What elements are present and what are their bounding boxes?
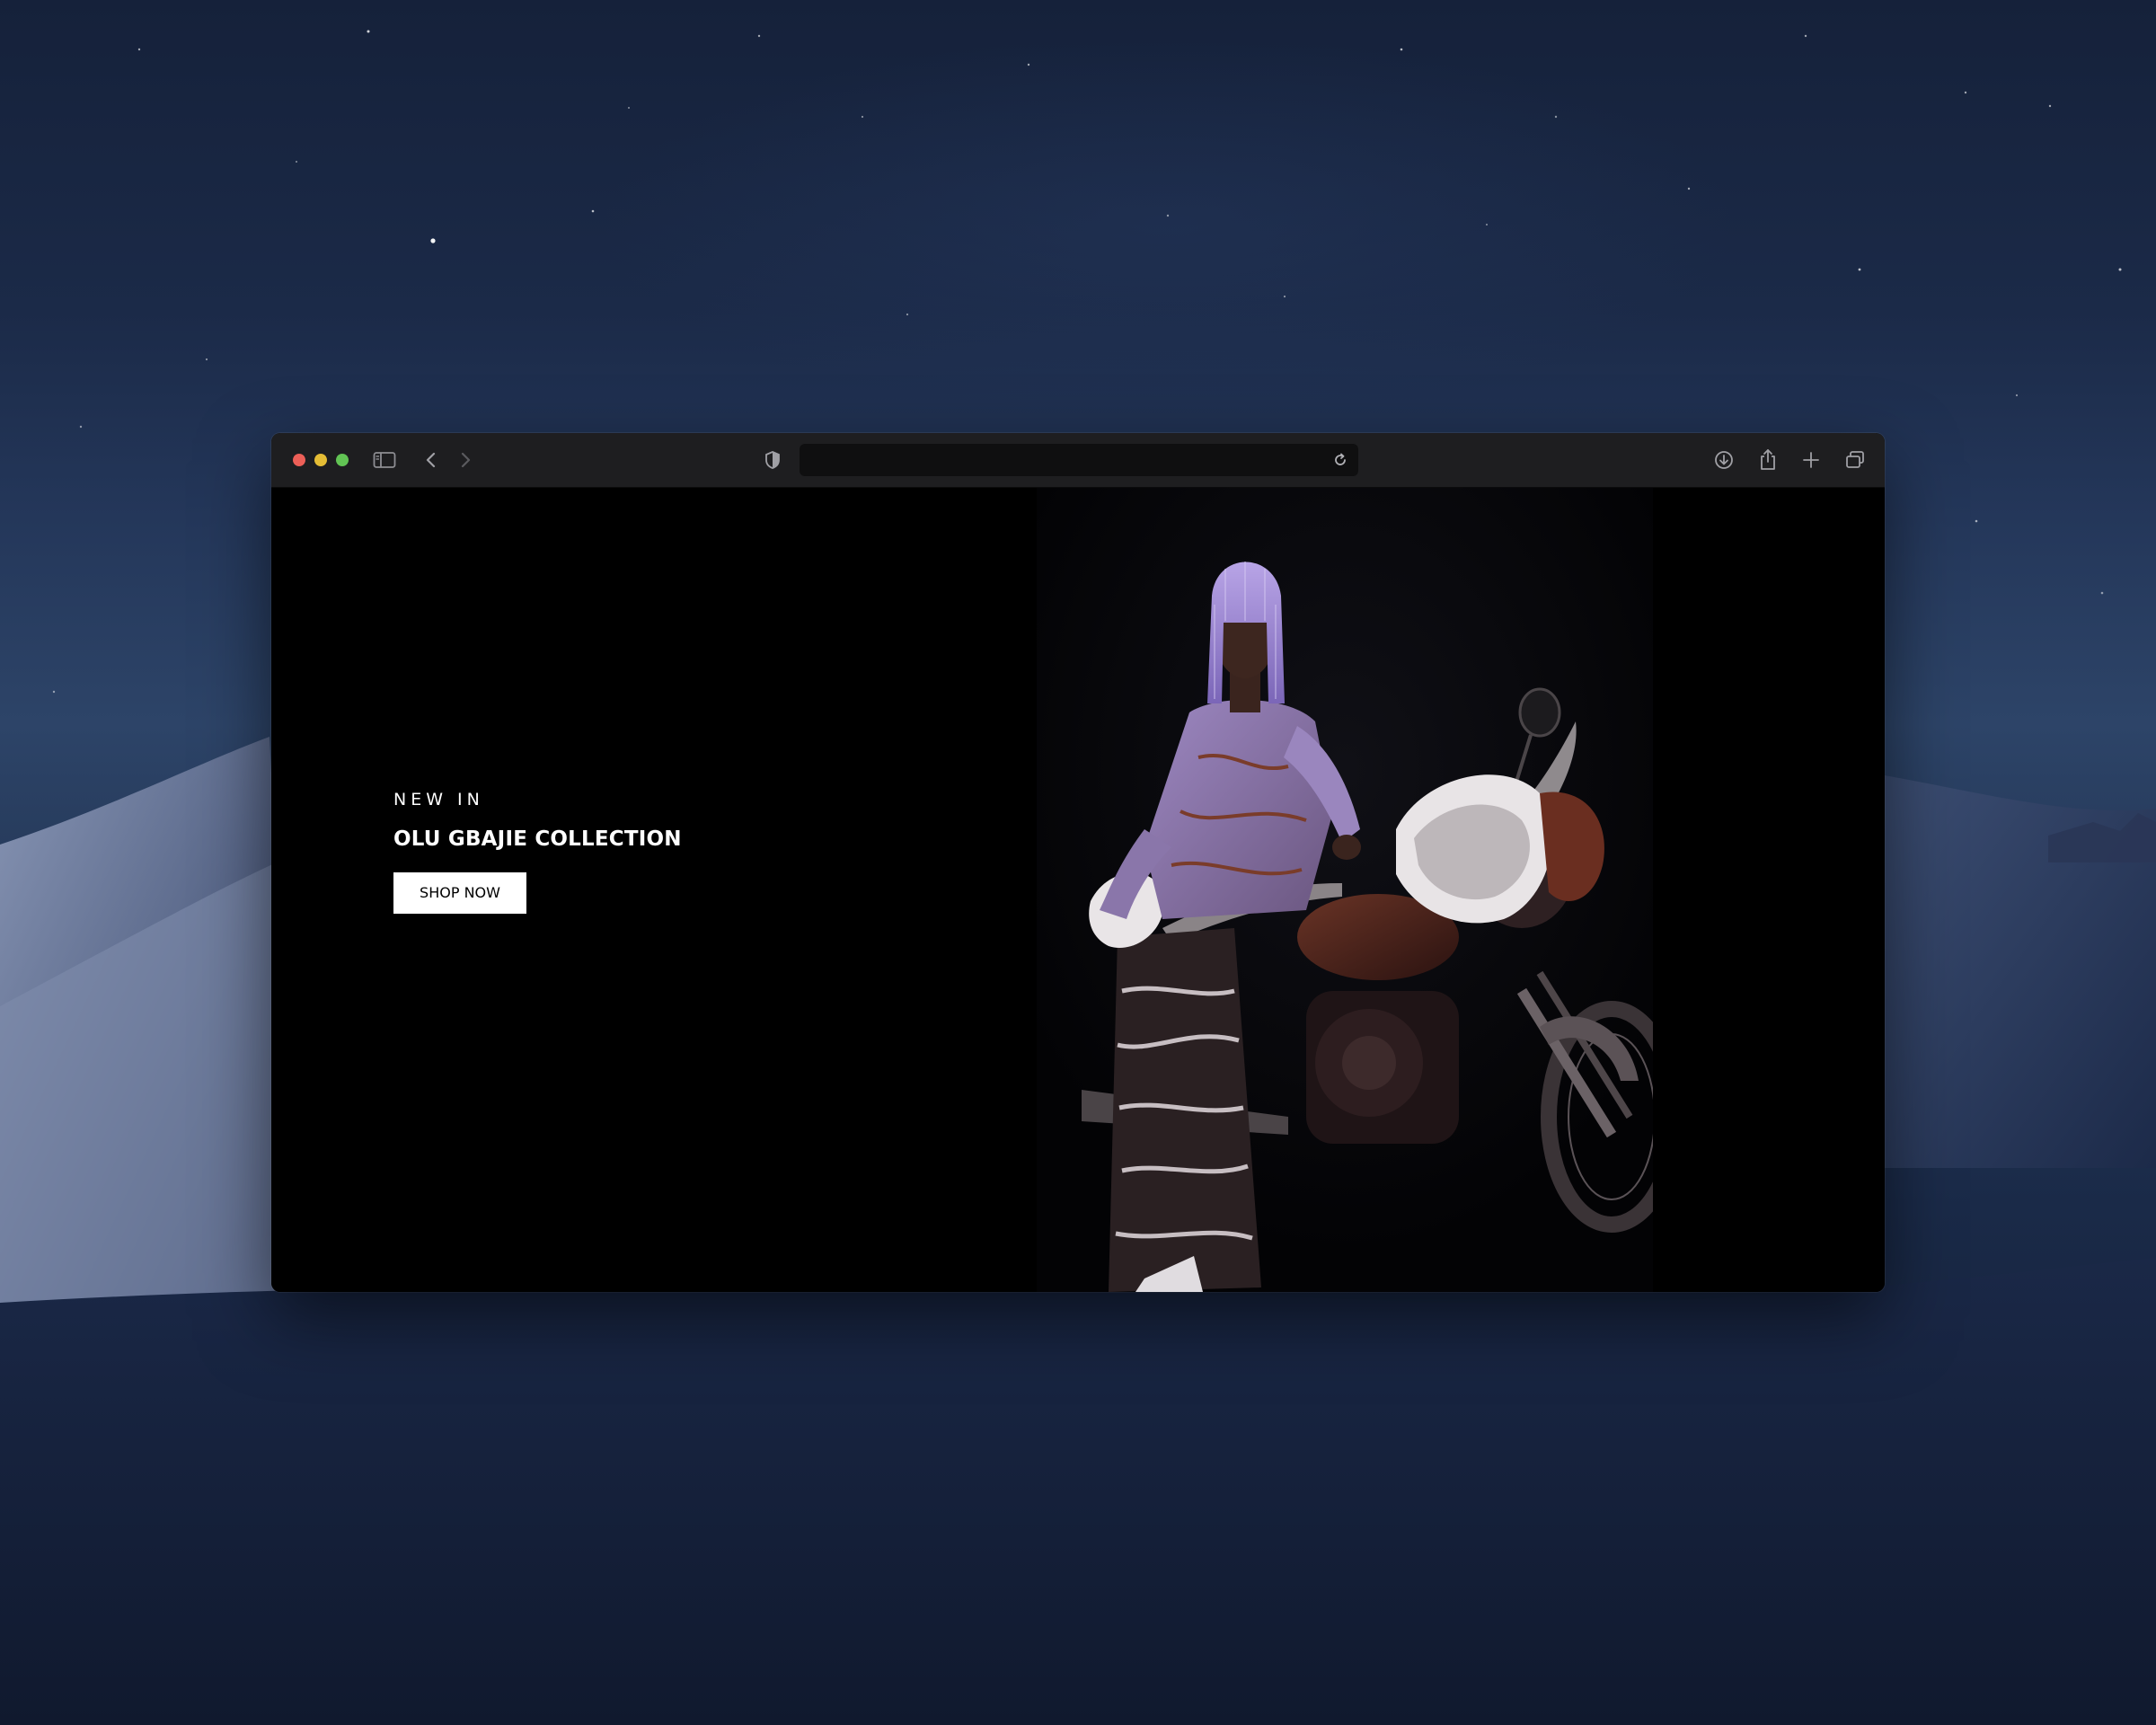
browser-window: NEW IN OLU GBAJIE COLLECTION SHOP NOW bbox=[271, 433, 1885, 1292]
hero-photo bbox=[1037, 488, 1653, 1292]
sidebar-icon[interactable] bbox=[372, 447, 397, 473]
back-icon[interactable] bbox=[419, 447, 444, 473]
window-close-button[interactable] bbox=[293, 454, 305, 466]
shop-now-button[interactable]: SHOP NOW bbox=[393, 872, 526, 914]
page-viewport: NEW IN OLU GBAJIE COLLECTION SHOP NOW bbox=[271, 488, 1885, 1292]
reload-icon[interactable] bbox=[1328, 447, 1353, 473]
forward-icon[interactable] bbox=[453, 447, 478, 473]
download-icon[interactable] bbox=[1711, 447, 1736, 473]
window-maximize-button[interactable] bbox=[336, 454, 349, 466]
hero-headline: OLU GBAJIE COLLECTION bbox=[393, 827, 682, 851]
share-icon[interactable] bbox=[1755, 447, 1780, 473]
hero-eyebrow: NEW IN bbox=[393, 790, 484, 809]
hero-text-block: NEW IN OLU GBAJIE COLLECTION SHOP NOW bbox=[393, 790, 682, 914]
tabs-overview-icon[interactable] bbox=[1842, 447, 1868, 473]
window-minimize-button[interactable] bbox=[314, 454, 327, 466]
new-tab-icon[interactable] bbox=[1798, 447, 1824, 473]
desktop: NEW IN OLU GBAJIE COLLECTION SHOP NOW bbox=[0, 0, 2156, 1725]
shield-icon[interactable] bbox=[760, 447, 785, 473]
browser-toolbar bbox=[271, 433, 1885, 488]
address-bar[interactable] bbox=[800, 444, 1358, 476]
